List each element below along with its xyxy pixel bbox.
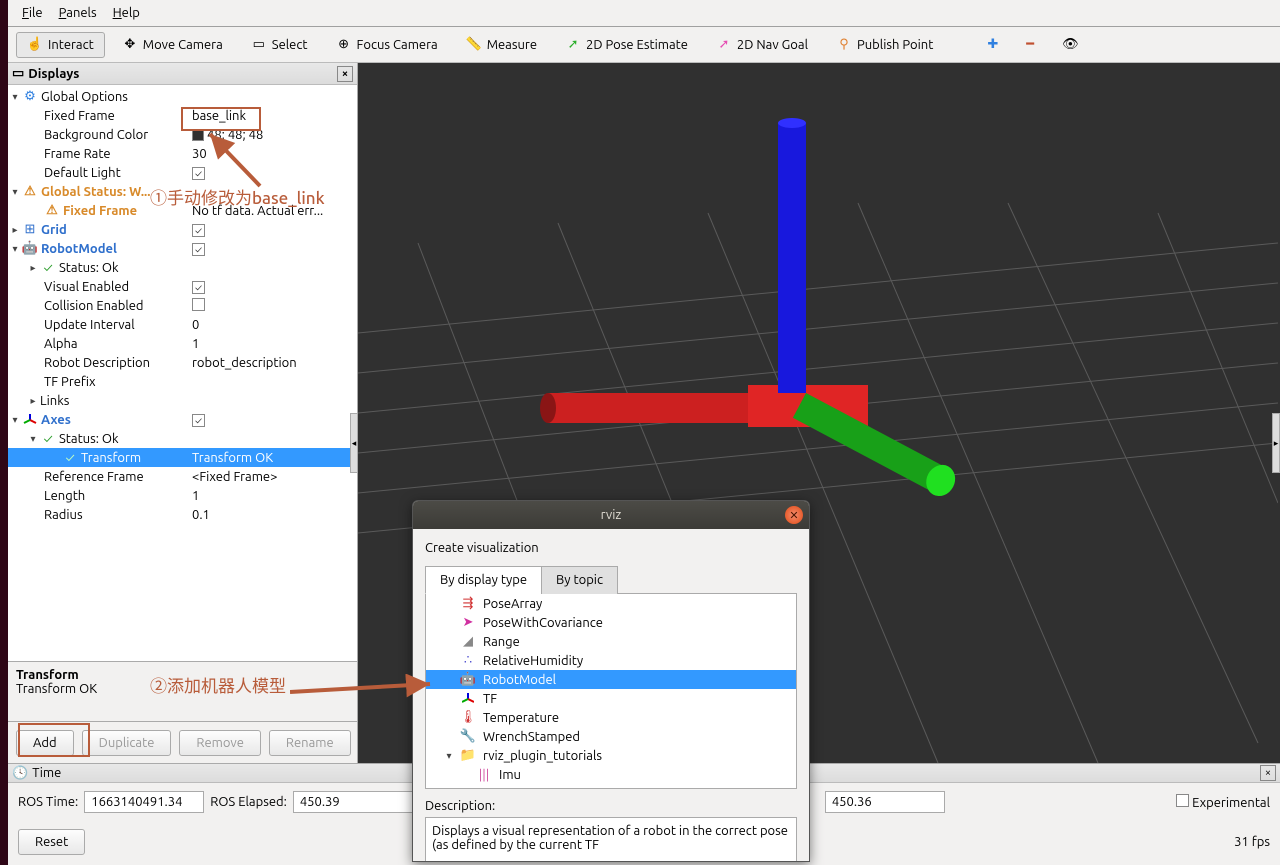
robot-icon: 🤖 [460,672,476,688]
warning-icon: ⚠ [22,184,38,200]
robotmodel-item[interactable]: 🤖RobotModel [426,670,796,689]
tab-display-type[interactable]: By display type [425,566,542,594]
desc-title: Transform [16,668,349,682]
tab-by-topic[interactable]: By topic [541,566,618,594]
move-camera-button[interactable]: ✥Move Camera [111,32,234,58]
measure-button[interactable]: 📏Measure [455,32,548,58]
select-button[interactable]: ▭Select [240,32,319,58]
nav-goal-button[interactable]: ➚2D Nav Goal [705,32,819,58]
ruler-icon: 📏 [466,37,482,53]
minus-button[interactable]: ━ [1015,32,1045,57]
transform-row[interactable]: ✓TransformTransform OK [8,448,357,467]
check-icon: ✓ [40,431,56,447]
interact-button[interactable]: ☝Interact [16,32,105,58]
close-panel-button[interactable]: × [337,66,353,82]
focus-icon: ⊕ [336,37,352,53]
arrow-pink-icon: ➚ [716,37,732,53]
reset-button[interactable]: Reset [18,829,85,855]
wall-elapsed-input[interactable] [825,791,945,813]
tf-icon [460,691,476,707]
collapse-right-icon[interactable]: ▸ [1272,413,1280,473]
fixed-frame-value[interactable]: base_link [192,109,357,123]
warning-icon: ⚠ [44,203,60,219]
displays-title: ▭ Displays × [8,63,357,85]
grid-icon: ⊞ [22,222,38,238]
humidity-icon: ∴ [460,653,476,669]
experimental-checkbox[interactable] [1176,794,1189,807]
plus-button[interactable]: ✚ [976,32,1009,57]
menu-help[interactable]: Help [107,4,146,22]
pin-icon: ⚲ [836,37,852,53]
create-viz-dialog: rviz ✕ Create visualization By display t… [412,500,810,862]
range-icon: ◢ [460,634,476,650]
clock-icon: 🕓 [12,766,28,781]
posecov-icon: ➤ [460,615,476,631]
gear-icon: ⚙ [22,89,38,105]
dialog-desc: Displays a visual representation of a ro… [425,817,797,862]
eye-button[interactable]: 👁 [1051,32,1090,57]
dialog-close-button[interactable]: ✕ [785,506,803,524]
temperature-icon: 🌡 [460,710,476,726]
description-panel: Transform Transform OK [8,661,357,721]
folder-icon: 📁 [460,748,476,764]
property-tree[interactable]: ▾⚙Global Options Fixed Framebase_link Ba… [8,85,357,661]
dialog-titlebar[interactable]: rviz ✕ [413,501,809,529]
desc-text: Transform OK [16,682,349,696]
imu-icon: ||| [476,767,492,783]
dialog-heading: Create visualization [425,541,797,555]
collapse-left-icon[interactable]: ◂ [350,413,358,473]
desc-label: Description: [425,799,797,813]
default-light-checkbox[interactable]: ✓ [192,167,205,180]
toolbar: ☝Interact ✥Move Camera ▭Select ⊕Focus Ca… [8,27,1280,63]
posearray-icon: ⇶ [460,596,476,612]
ros-elapsed-input[interactable] [293,791,413,813]
select-icon: ▭ [251,37,267,53]
hand-icon: ☝ [27,37,43,53]
button-row: Add Duplicate Remove Rename [8,721,357,763]
panel-icon: ▭ [12,66,24,81]
display-type-list[interactable]: ⇶PoseArray ➤PoseWithCovariance ◢Range ∴R… [425,594,797,789]
duplicate-button[interactable]: Duplicate [82,730,172,756]
pose-estimate-button[interactable]: ➚2D Pose Estimate [554,32,699,58]
close-time-button[interactable]: × [1260,765,1276,781]
focus-camera-button[interactable]: ⊕Focus Camera [325,32,449,58]
robot-icon: 🤖 [22,241,38,257]
move-icon: ✥ [122,37,138,53]
add-button[interactable]: Add [16,730,74,756]
arrow-green-icon: ➚ [565,37,581,53]
remove-button[interactable]: Remove [179,730,261,756]
check-icon: ✓ [62,450,78,466]
displays-panel: ▭ Displays × ▾⚙Global Options Fixed Fram… [8,63,358,763]
menubar: File Panels Help [8,0,1280,27]
axes-icon [22,412,38,428]
wrench-icon: 🔧 [460,729,476,745]
menu-panels[interactable]: Panels [53,4,103,22]
check-icon: ✓ [40,260,56,276]
ros-time-input[interactable] [84,791,204,813]
fps-label: 31 fps [1234,835,1270,849]
publish-point-button[interactable]: ⚲Publish Point [825,32,944,58]
menu-file[interactable]: File [16,4,49,22]
rename-button[interactable]: Rename [269,730,351,756]
